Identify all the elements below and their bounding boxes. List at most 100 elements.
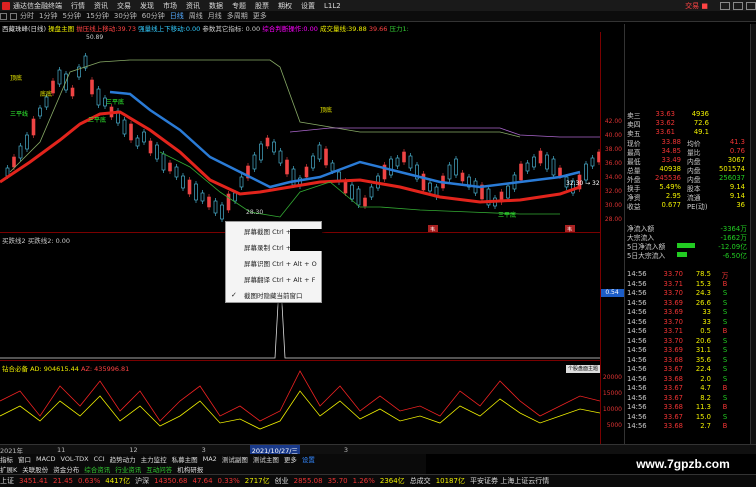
close-icon[interactable]	[746, 1, 756, 10]
ind-tick-0: 20000	[602, 374, 622, 381]
period-tab-2[interactable]: 5分钟	[62, 11, 80, 21]
subtab-0[interactable]: 指标	[0, 454, 13, 464]
menu-item-1[interactable]: 资讯	[94, 1, 108, 11]
menu-item-9[interactable]: 期权	[278, 1, 292, 11]
info-tab-4[interactable]: 行业资讯	[115, 464, 141, 474]
tick-direction: S	[722, 298, 728, 307]
candle-body	[311, 155, 315, 169]
subtab-2[interactable]: MACD	[36, 455, 55, 463]
subtab-5[interactable]: 趋势动力	[110, 454, 136, 464]
subtab-11[interactable]: 更多	[284, 454, 297, 464]
status-cy-label[interactable]: 创业	[275, 476, 289, 486]
tick-row[interactable]: 14:56 33.70 33 S	[627, 318, 747, 327]
trade-button[interactable]: 交易 ■	[685, 1, 708, 11]
tick-row[interactable]: 14:56 33.71 0.5 B	[627, 327, 747, 336]
period-tab-5[interactable]: 60分钟	[142, 11, 165, 21]
period-tab-7[interactable]: 周线	[189, 11, 203, 21]
tick-row[interactable]: 14:56 33.68 35.6 S	[627, 356, 747, 365]
annotation-4: 三平底	[106, 98, 124, 106]
menu-item-8[interactable]: 股票	[255, 1, 269, 11]
tick-row[interactable]: 14:56 33.70 20.6 S	[627, 337, 747, 346]
info-tab-1[interactable]: 关联股份	[22, 464, 48, 474]
tick-row[interactable]: 14:56 33.69 26.6 S	[627, 299, 747, 308]
tick-row[interactable]: 14:56 33.67 4.7 B	[627, 384, 747, 393]
menu-item-6[interactable]: 数据	[209, 1, 223, 11]
period-tab-6[interactable]: 日线	[170, 11, 184, 21]
info-tab-6[interactable]: 机构研报	[177, 464, 203, 474]
period-tab-0[interactable]: 分时	[20, 11, 34, 21]
ask-row-3[interactable]: 卖三 33.63 4936	[627, 110, 749, 120]
flow-value: -1662万	[720, 234, 747, 242]
period-tab-1[interactable]: 1分钟	[39, 11, 57, 21]
menu-item-5[interactable]: 资讯	[186, 1, 200, 11]
tick-row[interactable]: 14:56 33.70 24.3 S	[627, 289, 747, 298]
info-tab-2[interactable]: 资金分布	[53, 464, 79, 474]
ctx-ocr[interactable]: 屏幕识图 Ctrl + Alt + O	[244, 258, 322, 270]
maximize-icon[interactable]	[733, 1, 743, 10]
menu-item-3[interactable]: 发现	[140, 1, 154, 11]
tick-direction: B	[722, 384, 728, 392]
info-tab-3[interactable]: 综合资讯	[84, 464, 110, 474]
date-tab[interactable]: 12	[129, 446, 137, 454]
ctx-translate[interactable]: 屏幕翻译 Ctrl + Alt + F	[244, 274, 322, 286]
back-icon[interactable]	[10, 12, 17, 20]
current-date-badge[interactable]: 2021/10/27/三	[249, 445, 300, 454]
status-sh-label[interactable]: 上证	[0, 476, 14, 486]
candle-body	[538, 150, 543, 164]
tick-row[interactable]: 14:56 33.68 2.7 B	[627, 422, 747, 431]
period-tab-3[interactable]: 15分钟	[86, 11, 109, 21]
tick-volume: 22.4	[695, 365, 711, 373]
inset-tag[interactable]: 个股盘面主题	[566, 365, 600, 373]
ask-row-5[interactable]: 卖五 33.61 49.1	[627, 128, 749, 138]
ctx-hide-window[interactable]: 截图时隐藏当前窗口	[244, 290, 322, 302]
tick-volume: 33	[702, 308, 711, 316]
user-label[interactable]: L1L2	[324, 2, 341, 10]
status-sz-label[interactable]: 沪深	[135, 476, 149, 486]
subtab-3[interactable]: VOL-TDX	[60, 455, 88, 463]
stat-label: 收益	[627, 203, 641, 211]
subtab-8[interactable]: MA2	[203, 455, 217, 463]
tick-row[interactable]: 14:56 33.67 22.4 S	[627, 365, 747, 374]
tick-time: 14:56	[627, 308, 647, 316]
menu-item-4[interactable]: 市场	[163, 1, 177, 11]
tick-row[interactable]: 14:56 33.70 78.5 万	[627, 270, 747, 280]
subtab-6[interactable]: 主力监控	[141, 454, 167, 464]
info-tab-5[interactable]: 互动问答	[146, 464, 172, 474]
side-scrollbar[interactable]	[750, 24, 756, 444]
date-tab[interactable]: 3	[344, 446, 348, 454]
ask-row-4[interactable]: 卖四 33.62 72.6	[627, 119, 749, 129]
period-tab-4[interactable]: 30分钟	[114, 11, 137, 21]
menu-item-7[interactable]: 专题	[232, 1, 246, 11]
indicator-panel[interactable]: 钻合必备 AD: 904615.44 AZ: 435996.81 个股盘面主题	[0, 360, 600, 444]
tick-direction: S	[722, 355, 728, 364]
tick-row[interactable]: 14:56 33.68 2.0 S	[627, 375, 747, 384]
tick-row[interactable]: 14:56 33.69 33 S	[627, 308, 747, 317]
minimize-icon[interactable]	[720, 1, 730, 10]
menu-item-2[interactable]: 交易	[117, 1, 131, 11]
menu-item-10[interactable]: 设置	[301, 1, 315, 11]
candle-body	[194, 183, 198, 201]
tick-row[interactable]: 14:56 33.68 11.3 B	[627, 403, 747, 412]
stat-row: 总量 40938 内盘 501574	[627, 165, 749, 175]
tick-row[interactable]: 14:56 33.67 8.2 S	[627, 394, 747, 403]
menu-item-0[interactable]: 行情	[71, 1, 85, 11]
subtab-4[interactable]: CCI	[94, 455, 105, 463]
flow-label: 大宗流入	[627, 234, 655, 242]
tick-row[interactable]: 14:56 33.67 15.0 S	[627, 413, 747, 422]
subtab-12[interactable]: 设置	[302, 454, 315, 464]
tick-row[interactable]: 14:56 33.71 15.3 B	[627, 280, 747, 289]
period-tab-8[interactable]: 月线	[208, 11, 222, 21]
tick-time: 14:56	[627, 289, 647, 297]
tick-row[interactable]: 14:56 33.69 31.1 S	[627, 346, 747, 355]
info-tab-0[interactable]: 扩展K	[0, 464, 17, 474]
period-tab-10[interactable]: 更多	[253, 11, 267, 21]
candlestick-chart[interactable]: 50.89 28.30 顶底 三平线 底底 三平底 三平底 三平底 顶底 32.…	[0, 32, 600, 232]
subtab-10[interactable]: 测试主图	[253, 454, 279, 464]
date-tab[interactable]: 3	[202, 446, 206, 454]
date-tab[interactable]: 11	[57, 446, 65, 454]
grid-icon[interactable]	[0, 12, 7, 20]
subtab-7[interactable]: 私募主图	[172, 454, 198, 464]
subtab-9[interactable]: 测试副图	[222, 454, 248, 464]
subtab-1[interactable]: 窗口	[18, 454, 31, 464]
period-tab-9[interactable]: 多周期	[227, 11, 248, 21]
